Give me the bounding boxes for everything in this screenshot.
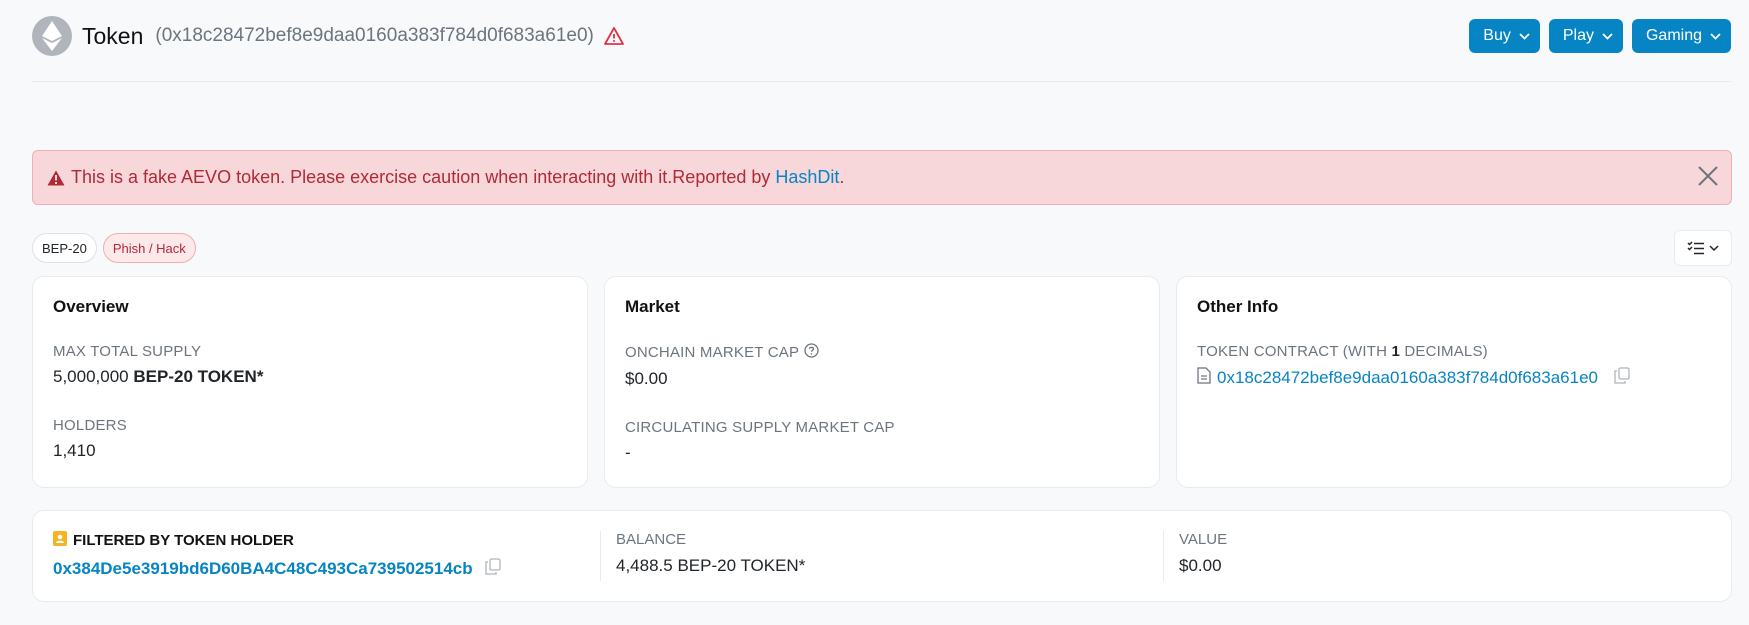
balance-value: 4,488.5 BEP-20 TOKEN* — [616, 556, 806, 575]
header-divider — [32, 81, 1731, 82]
holder-address-row: 0x384De5e3919bd6D60BA4C48C493Ca739502514… — [53, 558, 501, 580]
max-supply-label: MAX TOTAL SUPPLY — [53, 343, 202, 360]
chevron-down-icon — [1709, 245, 1719, 251]
max-supply-amount: 5,000,000 — [53, 367, 129, 386]
contract-label: TOKEN CONTRACT (WITH 1 DECIMALS) — [1197, 343, 1711, 360]
file-contract-icon — [1197, 367, 1211, 389]
copy-icon[interactable] — [484, 558, 501, 580]
alert-suffix: . — [839, 167, 845, 187]
column-separator — [600, 531, 601, 581]
phish-hack-badge[interactable]: Phish / Hack — [102, 233, 196, 263]
hashdit-link[interactable]: HashDit — [775, 167, 839, 188]
contract-address-row: 0x18c28472bef8e9daa0160a383f784d0f683a61… — [1197, 367, 1711, 389]
max-supply-unit: BEP-20 TOKEN* — [133, 367, 264, 386]
list-check-icon — [1687, 241, 1704, 255]
bep20-badge[interactable]: BEP-20 — [32, 233, 97, 263]
close-icon[interactable] — [1697, 165, 1719, 187]
chevron-down-icon — [1519, 32, 1530, 40]
max-supply-value: 5,000,000 BEP-20 TOKEN* — [53, 367, 567, 387]
header-left: Token (0x18c28472bef8e9daa0160a383f784d0… — [32, 16, 624, 56]
circ-cap-value: - — [625, 443, 631, 462]
market-title: Market — [625, 297, 680, 316]
column-separator — [1163, 531, 1164, 581]
gaming-button[interactable]: Gaming — [1631, 19, 1731, 53]
holder-label-row: FILTERED BY TOKEN HOLDER — [53, 531, 501, 550]
buy-button[interactable]: Buy — [1469, 19, 1540, 53]
contract-decimals: 1 — [1391, 343, 1401, 360]
holder-column: FILTERED BY TOKEN HOLDER 0x384De5e3919bd… — [53, 531, 501, 580]
holders-label: HOLDERS — [53, 417, 127, 434]
contract-address-link[interactable]: 0x18c28472bef8e9daa0160a383f784d0f683a61… — [1217, 368, 1598, 388]
more-options-button[interactable] — [1674, 230, 1732, 266]
balance-label: BALANCE — [616, 531, 687, 548]
warning-triangle-icon[interactable] — [603, 27, 624, 45]
onchain-cap-label: ONCHAIN MARKET CAP — [625, 344, 800, 361]
help-circle-icon[interactable] — [804, 343, 819, 362]
page-title: Token — [82, 22, 144, 49]
onchain-cap-label-row: ONCHAIN MARKET CAP — [625, 343, 1139, 362]
balance-column: BALANCE 4,488.5 BEP-20 TOKEN* — [616, 531, 805, 576]
holder-address-link[interactable]: 0x384De5e3919bd6D60BA4C48C493Ca739502514… — [53, 559, 473, 579]
page-header: Token (0x18c28472bef8e9daa0160a383f784d0… — [32, 16, 1731, 72]
other-info-title: Other Info — [1197, 297, 1279, 316]
contact-card-icon — [53, 531, 67, 550]
contract-label-suffix: DECIMALS) — [1400, 343, 1488, 360]
other-info-card: Other Info TOKEN CONTRACT (WITH 1 DECIMA… — [1176, 276, 1732, 488]
contract-label-prefix: TOKEN CONTRACT (WITH — [1197, 343, 1392, 360]
gaming-button-label: Gaming — [1645, 27, 1702, 44]
holder-filter-card: FILTERED BY TOKEN HOLDER 0x384De5e3919bd… — [32, 510, 1732, 602]
play-button[interactable]: Play — [1548, 19, 1623, 53]
buy-button-label: Buy — [1483, 27, 1511, 44]
circ-cap-label: CIRCULATING SUPPLY MARKET CAP — [625, 419, 895, 436]
market-card: Market ONCHAIN MARKET CAP $0.00 CIRCULAT… — [604, 276, 1160, 488]
holder-label: FILTERED BY TOKEN HOLDER — [73, 532, 294, 549]
holders-value[interactable]: 1,410 — [53, 441, 567, 461]
chevron-down-icon — [1602, 32, 1613, 40]
overview-card: Overview MAX TOTAL SUPPLY 5,000,000 BEP-… — [32, 276, 588, 488]
value-label: VALUE — [1179, 531, 1228, 548]
value-column: VALUE $0.00 — [1179, 531, 1227, 576]
copy-icon[interactable] — [1614, 367, 1630, 389]
chevron-down-icon — [1710, 32, 1721, 40]
header-actions: Buy Play Gaming — [1469, 16, 1731, 53]
value-value: $0.00 — [1179, 556, 1222, 575]
warning-filled-icon — [47, 170, 65, 186]
onchain-cap-value: $0.00 — [625, 369, 668, 388]
overview-title: Overview — [53, 297, 129, 316]
play-button-label: Play — [1562, 27, 1594, 44]
token-address: (0x18c28472bef8e9daa0160a383f784d0f683a6… — [155, 25, 594, 46]
ethereum-logo-icon — [32, 16, 72, 56]
fake-token-alert: This is a fake AEVO token. Please exerci… — [32, 150, 1732, 205]
token-badges: BEP-20 Phish / Hack — [32, 233, 196, 263]
alert-text: This is a fake AEVO token. Please exerci… — [71, 167, 776, 187]
